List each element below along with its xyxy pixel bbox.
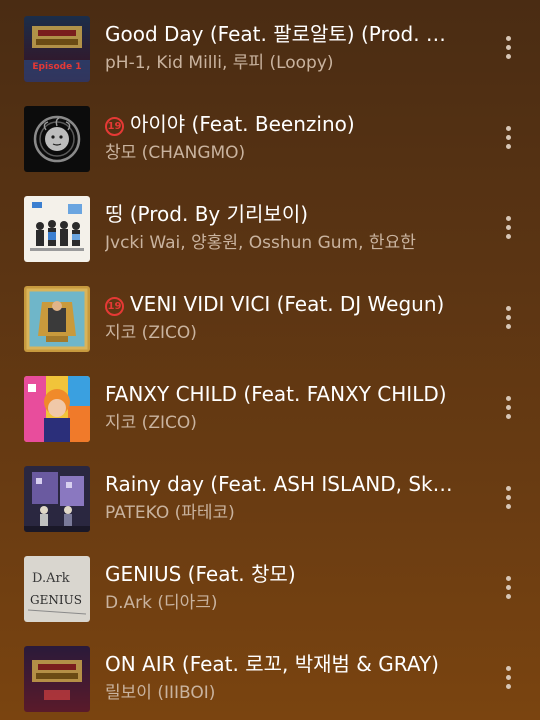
track-title-text: VENI VIDI VICI (Feat. DJ Wegun) (130, 292, 445, 316)
album-art-image: D.Ark GENIUS (24, 556, 90, 622)
album-art-genius[interactable]: D.Ark GENIUS (24, 556, 90, 622)
track-artist: 창모 (CHANGMO) (105, 143, 246, 163)
track-title: Rainy day (Feat. ASH ISLAND, Skinny Brow… (105, 471, 455, 497)
album-art-throne[interactable] (24, 286, 90, 352)
album-art-image (24, 376, 90, 442)
track-artist: Jvcki Wai, 양홍원, Osshun Gum, 한요한 (105, 233, 416, 253)
album-art-image (24, 106, 90, 172)
album-art-text: Episode 1 (32, 62, 81, 72)
track-title: GENIUS (Feat. 창모) (105, 561, 455, 587)
track-title: 19 VENI VIDI VICI (Feat. DJ Wegun) (105, 291, 455, 317)
more-options-button[interactable] (497, 573, 519, 603)
track-row[interactable]: 띵 (Prod. By 기리보이) Jvcki Wai, 양홍원, Osshun… (0, 180, 540, 270)
more-options-button[interactable] (497, 483, 519, 513)
track-title: Good Day (Feat. 팔로알토) (Prod. 코드 쿤스트) (105, 21, 455, 47)
track-row[interactable]: Rainy day (Feat. ASH ISLAND, Skinny Brow… (0, 450, 540, 540)
album-art-image (24, 286, 90, 352)
track-title-text: ON AIR (Feat. 로꼬, 박재범 & GRAY) (105, 652, 439, 676)
album-art-group[interactable] (24, 196, 90, 262)
track-row[interactable]: 19 아이야 (Feat. Beenzino) 창모 (CHANGMO) (0, 90, 540, 180)
more-options-button[interactable] (497, 213, 519, 243)
track-artist: 지코 (ZICO) (105, 413, 197, 433)
more-options-button[interactable] (497, 33, 519, 63)
track-title: 19 아이야 (Feat. Beenzino) (105, 111, 455, 137)
more-options-button[interactable] (497, 663, 519, 693)
track-row[interactable]: Episode 1 Good Day (Feat. 팔로알토) (Prod. 코… (0, 0, 540, 90)
explicit-19-badge: 19 (105, 297, 124, 316)
track-row[interactable]: FANXY CHILD (Feat. FANXY CHILD) 지코 (ZICO… (0, 360, 540, 450)
album-art-image: Episode 1 (24, 16, 90, 82)
track-title-text: GENIUS (Feat. 창모) (105, 562, 296, 586)
track-title-text: Good Day (Feat. 팔로알토) (Prod. 코드 쿤스트) (105, 22, 455, 46)
album-art-medusa[interactable] (24, 106, 90, 172)
album-art-show-me-the-money-final[interactable] (24, 646, 90, 712)
track-row[interactable]: 19 VENI VIDI VICI (Feat. DJ Wegun) 지코 (ZI… (0, 270, 540, 360)
track-row[interactable]: D.Ark GENIUS GENIUS (Feat. 창모) D.Ark (디아… (0, 540, 540, 630)
track-title-text: FANXY CHILD (Feat. FANXY CHILD) (105, 382, 447, 406)
album-art-rainy[interactable] (24, 466, 90, 532)
explicit-19-badge: 19 (105, 117, 124, 136)
album-art-image (24, 646, 90, 712)
track-title: ON AIR (Feat. 로꼬, 박재범 & GRAY) (105, 651, 455, 677)
album-art-portrait[interactable] (24, 376, 90, 442)
album-art-text: GENIUS (30, 593, 82, 607)
track-title-text: Rainy day (Feat. ASH ISLAND, Skinny Brow… (105, 472, 455, 496)
track-artist: PATEKO (파테코) (105, 503, 235, 523)
track-artist: 지코 (ZICO) (105, 323, 197, 343)
more-options-button[interactable] (497, 303, 519, 333)
track-artist: pH-1, Kid Milli, 루피 (Loopy) (105, 53, 334, 73)
track-title: FANXY CHILD (Feat. FANXY CHILD) (105, 381, 455, 407)
track-title: 띵 (Prod. By 기리보이) (105, 201, 455, 227)
track-artist: D.Ark (디아크) (105, 593, 218, 613)
album-art-image (24, 196, 90, 262)
album-art-text: D.Ark (32, 571, 70, 586)
album-art-show-me-the-money[interactable]: Episode 1 (24, 16, 90, 82)
track-title-text: 아이야 (Feat. Beenzino) (130, 112, 355, 136)
album-art-image (24, 466, 90, 532)
track-title-text: 띵 (Prod. By 기리보이) (105, 202, 309, 226)
more-options-button[interactable] (497, 123, 519, 153)
track-list: Episode 1 Good Day (Feat. 팔로알토) (Prod. 코… (0, 0, 540, 720)
more-options-button[interactable] (497, 393, 519, 423)
track-artist: 릴보이 (IIIBOI) (105, 683, 216, 703)
track-row[interactable]: ON AIR (Feat. 로꼬, 박재범 & GRAY) 릴보이 (IIIBO… (0, 630, 540, 720)
